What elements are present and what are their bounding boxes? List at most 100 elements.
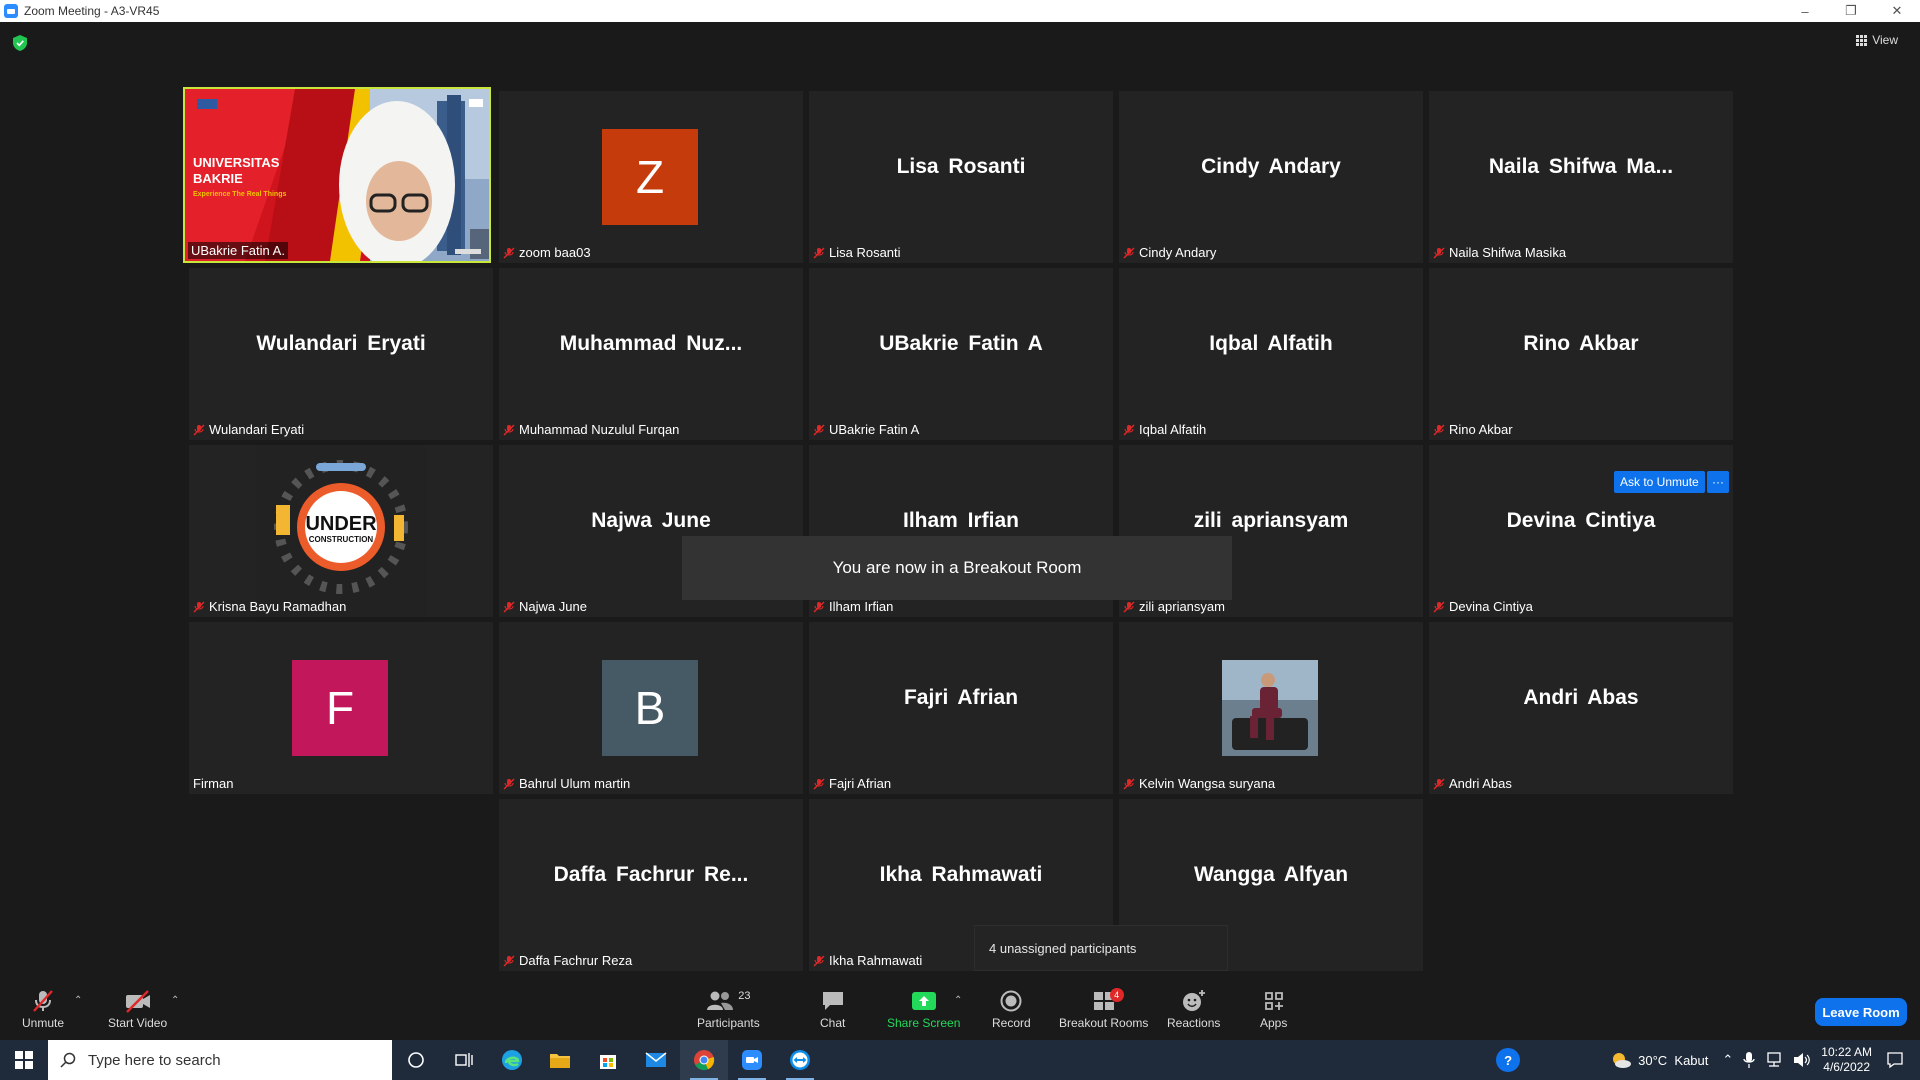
microphone-muted-icon <box>193 601 205 613</box>
restore-button[interactable]: ❐ <box>1828 0 1874 22</box>
participant-name-label: Wulandari Eryati <box>193 422 304 437</box>
apps-icon <box>1264 992 1283 1010</box>
participant-name-label: Naila Shifwa Masika <box>1433 245 1566 260</box>
video-tile-active-speaker[interactable]: UNIVERSITAS BAKRIE Experience The Real T… <box>183 87 491 263</box>
participant-display-name: Devina Cintiya <box>1506 509 1656 532</box>
edge-browser-icon <box>502 1050 522 1070</box>
video-tile[interactable]: B Bahrul Ulum martin <box>499 622 803 794</box>
microphone-muted-icon <box>1433 247 1445 259</box>
unmute-label: Unmute <box>22 1016 65 1030</box>
video-tile[interactable]: Zzoom baa03 <box>499 91 803 263</box>
unassigned-participants-popup[interactable]: 4 unassigned participants <box>974 925 1228 971</box>
folder-icon <box>550 1054 570 1068</box>
microphone-muted-icon <box>813 247 825 259</box>
mail-envelope-icon <box>645 1052 667 1067</box>
start-video-button[interactable]: Start Video <box>108 988 167 1030</box>
participant-avatar: F <box>292 660 388 756</box>
task-view-button[interactable] <box>440 1040 488 1080</box>
taskbar-store[interactable] <box>584 1040 632 1080</box>
microphone-muted-icon <box>1123 601 1135 613</box>
question-icon: ? <box>1504 1052 1513 1068</box>
tray-expand-icon[interactable]: ⌃ <box>1722 1052 1733 1068</box>
volume-icon[interactable] <box>1793 1052 1811 1068</box>
participant-display-name: Muhammad Nuz... <box>559 332 743 355</box>
video-tile[interactable]: Cindy Andary Cindy Andary <box>1119 91 1423 263</box>
smiley-plus-icon <box>1182 990 1205 1011</box>
notification-center-icon[interactable] <box>1886 1051 1904 1069</box>
microphone-muted-icon <box>813 424 825 436</box>
video-tile[interactable]: Iqbal Alfatih Iqbal Alfatih <box>1119 268 1423 440</box>
help-button[interactable]: ? <box>1496 1048 1521 1072</box>
taskbar-zoom[interactable] <box>728 1040 776 1080</box>
microphone-tray-icon[interactable] <box>1743 1052 1755 1068</box>
participant-name-label: Andri Abas <box>1433 776 1512 791</box>
view-label: View <box>1872 33 1898 47</box>
close-button[interactable]: ✕ <box>1874 0 1920 22</box>
taskbar-chrome[interactable] <box>680 1040 728 1080</box>
video-tile[interactable]: F Firman <box>189 622 493 794</box>
participant-name-text: Iqbal Alfatih <box>1139 422 1207 437</box>
participant-name-label: Bahrul Ulum martin <box>503 776 630 791</box>
reactions-button[interactable]: Reactions <box>1167 988 1220 1030</box>
apps-button[interactable]: Apps <box>1260 988 1287 1030</box>
participant-name-label: zoom baa03 <box>503 245 591 260</box>
participant-name-label: Krisna Bayu Ramadhan <box>193 599 346 614</box>
video-tile[interactable]: Lisa Rosanti Lisa Rosanti <box>809 91 1113 263</box>
video-tile[interactable]: Rino Akbar Rino Akbar <box>1429 268 1733 440</box>
audio-options-caret[interactable]: ⌃ <box>74 995 82 1006</box>
weather-text[interactable]: 30°C Kabut <box>1638 1053 1708 1068</box>
participants-icon <box>707 991 734 1010</box>
taskbar-edge[interactable] <box>488 1040 536 1080</box>
start-button[interactable] <box>0 1040 48 1080</box>
video-tile[interactable]: UBakrie Fatin A UBakrie Fatin A <box>809 268 1113 440</box>
taskbar-clock[interactable]: 10:22 AM 4/6/2022 <box>1821 1045 1872 1075</box>
video-options-caret[interactable]: ⌃ <box>171 995 179 1006</box>
breakout-rooms-label: Breakout Rooms <box>1059 1016 1149 1030</box>
record-button[interactable]: Record <box>992 988 1031 1030</box>
video-tile[interactable]: Naila Shifwa Ma... Naila Shifwa Masika <box>1429 91 1733 263</box>
reactions-label: Reactions <box>1167 1016 1221 1030</box>
taskbar-teamviewer[interactable] <box>776 1040 824 1080</box>
microphone-muted-icon <box>503 247 515 259</box>
video-tile[interactable]: Andri Abas Andri Abas <box>1429 622 1733 794</box>
participant-display-name: Daffa Fachrur Re... <box>553 863 749 886</box>
share-options-caret[interactable]: ⌃ <box>954 995 962 1006</box>
video-tile[interactable]: Fajri Afrian Fajri Afrian <box>809 622 1113 794</box>
microphone-muted-icon <box>1123 247 1135 259</box>
participant-name-label: Fajri Afrian <box>813 776 891 791</box>
taskbar-file-explorer[interactable] <box>536 1040 584 1080</box>
participants-label: Participants <box>697 1016 760 1030</box>
clock-time: 10:22 AM <box>1821 1045 1872 1059</box>
teamviewer-icon <box>790 1050 810 1070</box>
tile-more-options-button[interactable]: ··· <box>1707 471 1729 493</box>
video-tile[interactable]: Wulandari Eryati Wulandari Eryati <box>189 268 493 440</box>
view-button[interactable]: View <box>1856 33 1898 47</box>
video-tile[interactable]: UNDER CONSTRUCTION Krisna Bayu Ramadhan <box>189 445 493 617</box>
security-shield-icon[interactable] <box>13 35 27 51</box>
meeting-toolbar: Unmute ⌃ Start Video ⌃ 23 Participants C… <box>0 980 1920 1040</box>
participant-name-text: Najwa June <box>519 599 587 614</box>
participant-name-label: UBakrie Fatin A <box>813 422 919 437</box>
participants-button[interactable]: 23 Participants <box>697 988 760 1030</box>
taskbar-mail[interactable] <box>632 1040 680 1080</box>
ask-to-unmute-button[interactable]: Ask to Unmute <box>1614 471 1705 493</box>
unmute-button[interactable]: Unmute <box>22 988 64 1030</box>
participant-display-name: Iqbal Alfatih <box>1209 332 1333 355</box>
participant-name-text: Daffa Fachrur Reza <box>519 953 633 968</box>
breakout-room-toast: You are now in a Breakout Room <box>682 536 1232 600</box>
cortana-button[interactable] <box>392 1040 440 1080</box>
video-tile[interactable]: Daffa Fachrur Re... Daffa Fachrur Reza <box>499 799 803 971</box>
minimize-button[interactable]: – <box>1782 0 1828 22</box>
breakout-rooms-button[interactable]: 4 Breakout Rooms <box>1059 988 1148 1030</box>
leave-room-button[interactable]: Leave Room <box>1815 998 1907 1026</box>
share-screen-button[interactable]: Share Screen <box>887 988 960 1030</box>
participant-name-text: Krisna Bayu Ramadhan <box>209 599 347 614</box>
slide-tagline: Experience The Real Things <box>193 191 287 198</box>
zoom-app-icon <box>4 4 18 18</box>
taskbar-search-input[interactable]: Type here to search <box>48 1040 392 1080</box>
chat-button[interactable]: Chat <box>820 988 845 1030</box>
network-icon[interactable] <box>1765 1052 1783 1068</box>
video-tile[interactable]: Kelvin Wangsa suryana <box>1119 622 1423 794</box>
microphone-muted-icon <box>193 424 205 436</box>
video-tile[interactable]: Muhammad Nuz... Muhammad Nuzulul Furqan <box>499 268 803 440</box>
